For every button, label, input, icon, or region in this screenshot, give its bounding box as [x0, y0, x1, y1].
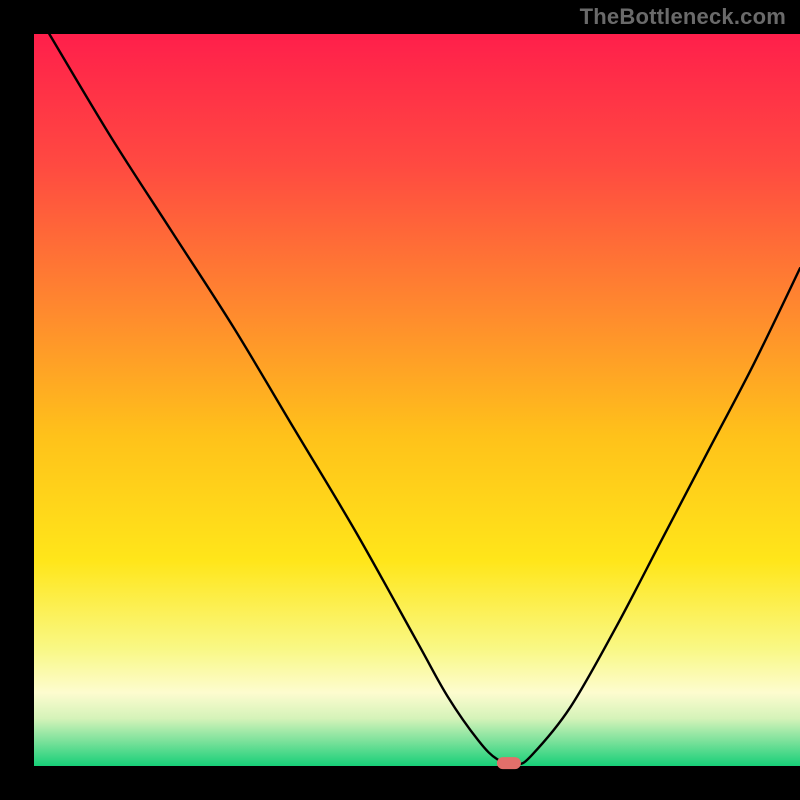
- bottleneck-chart: [0, 0, 800, 800]
- chart-plot-area: [34, 34, 800, 766]
- chart-container: TheBottleneck.com: [0, 0, 800, 800]
- optimal-point-marker: [497, 757, 521, 769]
- watermark-label: TheBottleneck.com: [580, 4, 786, 30]
